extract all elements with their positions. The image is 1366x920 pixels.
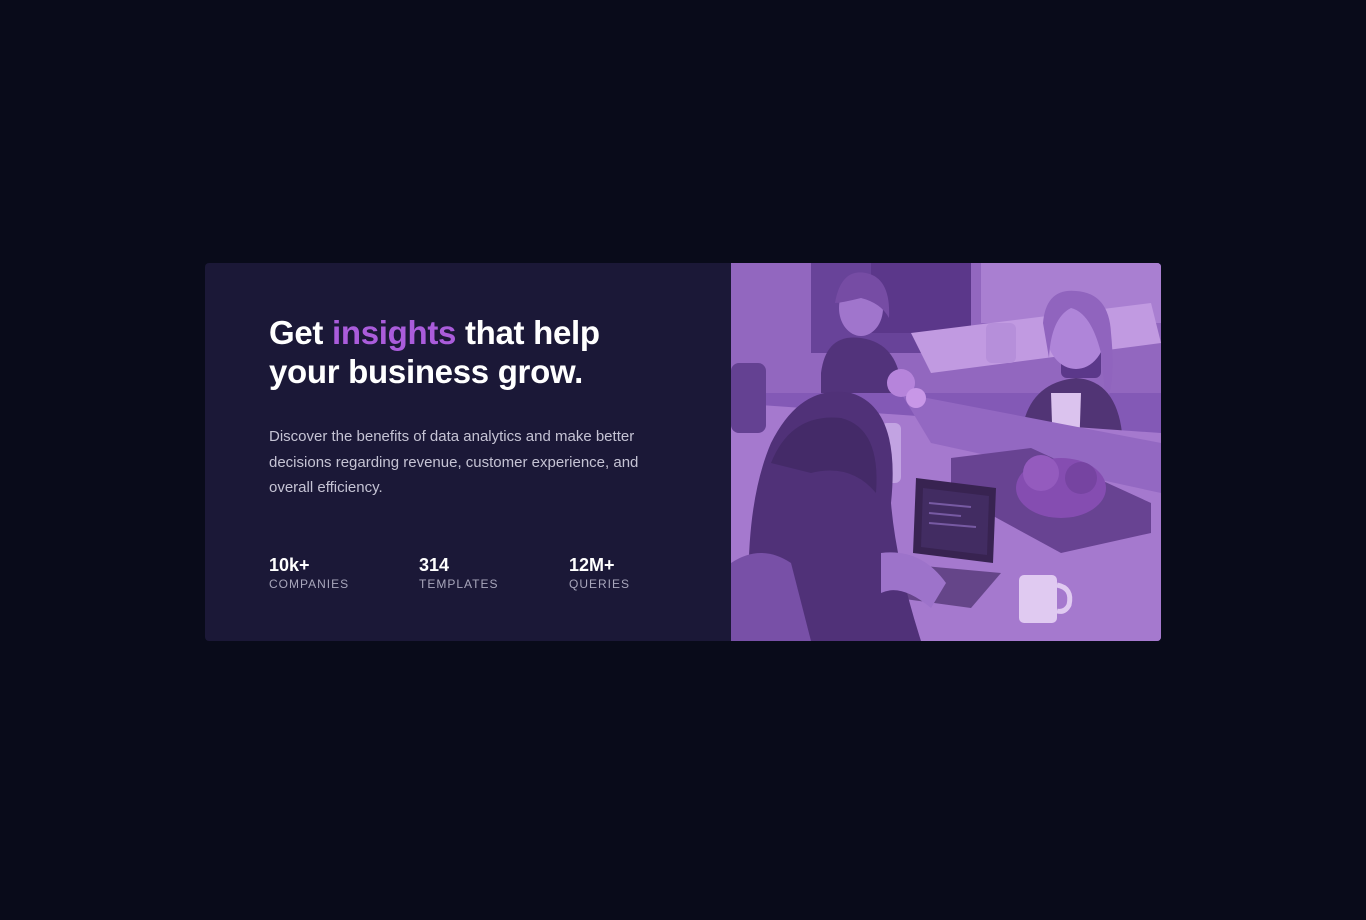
stat-label: TEMPLATES xyxy=(419,577,499,591)
stat-companies: 10k+ COMPANIES xyxy=(269,555,419,592)
stat-label: COMPANIES xyxy=(269,577,350,591)
headline-accent: insights xyxy=(331,314,457,351)
card-description: Discover the benefits of data analytics … xyxy=(269,428,639,496)
stat-value: 314 xyxy=(419,555,450,575)
stat-value: 12M+ xyxy=(569,555,615,575)
headline-start: Get xyxy=(269,314,332,351)
stats-list: 10k+ COMPANIES 314 TEMPLATES 12M+ QUERIE… xyxy=(269,555,719,592)
stat-value: 10k+ xyxy=(269,555,310,575)
office-photo-illustration xyxy=(731,263,1161,641)
office-team-photo xyxy=(731,263,1161,641)
stat-templates: 314 TEMPLATES xyxy=(419,555,569,592)
card-content: Get insights that help your business gro… xyxy=(205,263,731,641)
stat-label: QUERIES xyxy=(569,577,631,591)
stats-preview-card: Get insights that help your business gro… xyxy=(205,263,1161,641)
stat-queries: 12M+ QUERIES xyxy=(569,555,719,592)
card-headline: Get insights that help your business gro… xyxy=(269,313,669,391)
